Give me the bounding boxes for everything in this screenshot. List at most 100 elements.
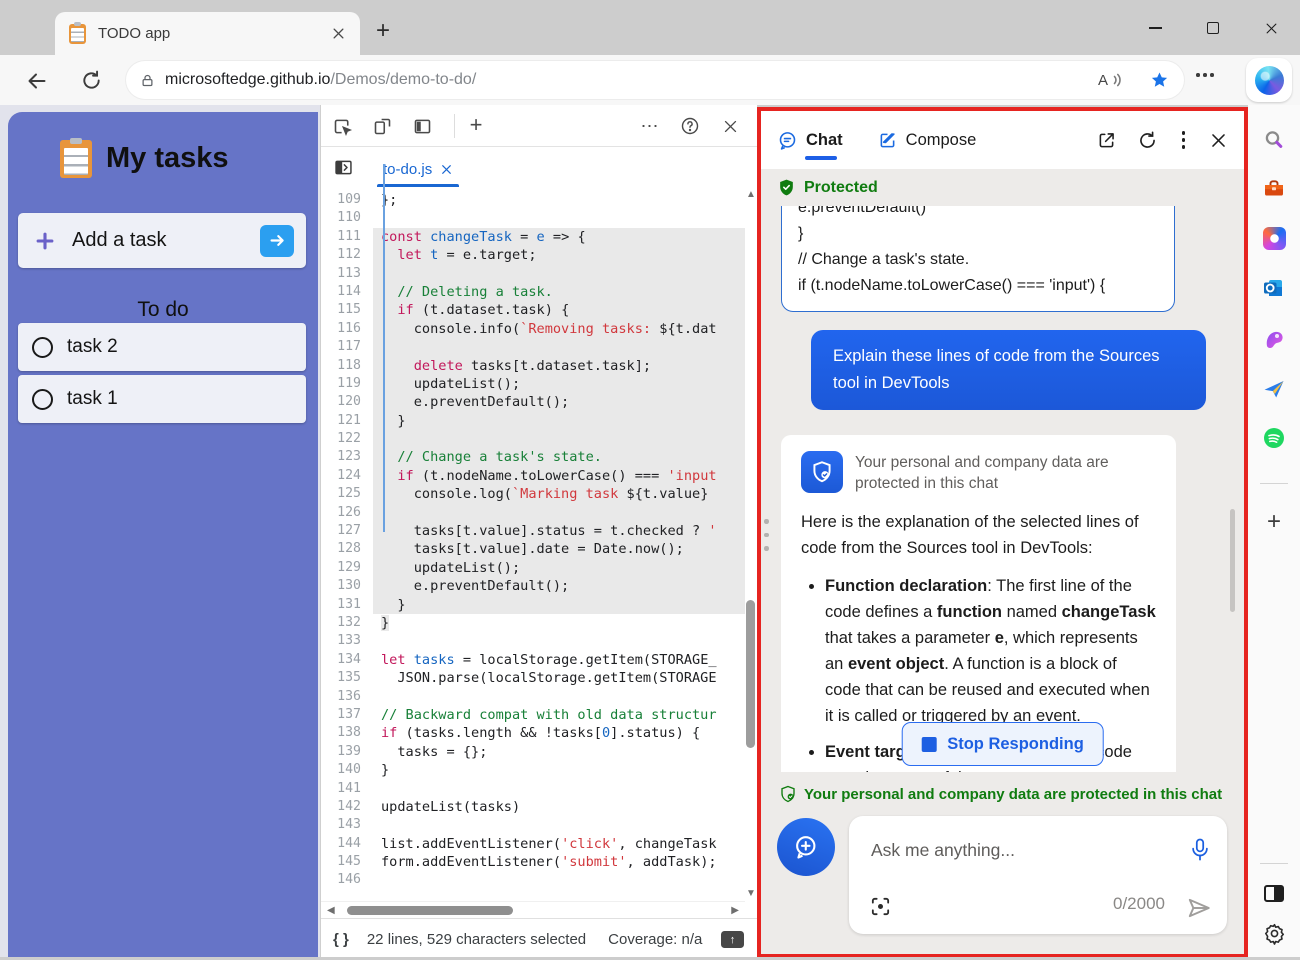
send-icon[interactable] bbox=[1186, 895, 1212, 921]
horizontal-scroll-thumb[interactable] bbox=[347, 906, 513, 915]
window-maximize-button[interactable] bbox=[1198, 14, 1228, 42]
refresh-button[interactable] bbox=[80, 69, 104, 93]
scroll-up-icon[interactable]: ▲ bbox=[746, 189, 756, 200]
devtools-panel: + ⋯ to-do.js 109};110111const changeTask… bbox=[320, 105, 757, 960]
todo-page: My tasks Add a task To do task 2 task 1 bbox=[0, 105, 320, 960]
user-message-bubble: Explain these lines of code from the Sou… bbox=[811, 330, 1206, 410]
scroll-right-icon[interactable]: ▶ bbox=[731, 905, 739, 916]
window-minimize-button[interactable] bbox=[1140, 14, 1170, 42]
navigator-toggle-icon[interactable] bbox=[332, 156, 354, 178]
copilot-logo-icon bbox=[1255, 66, 1284, 95]
todo-section-heading: To do bbox=[8, 298, 318, 322]
stop-responding-button[interactable]: Stop Responding bbox=[901, 722, 1104, 766]
sidebar-divider bbox=[1260, 863, 1288, 864]
tab-compose[interactable]: Compose bbox=[877, 130, 977, 151]
char-counter: 0/2000 bbox=[1113, 894, 1165, 914]
protected-label: Protected bbox=[804, 179, 878, 197]
add-task-submit-button[interactable] bbox=[260, 225, 294, 257]
new-tab-button[interactable]: + bbox=[370, 18, 396, 44]
copilot-button[interactable] bbox=[1246, 58, 1292, 102]
privacy-shield-icon bbox=[801, 451, 843, 493]
task-row[interactable]: task 2 bbox=[18, 323, 306, 371]
screenshot-icon[interactable] bbox=[869, 895, 892, 918]
add-sidebar-item-icon[interactable]: + bbox=[1262, 510, 1286, 534]
add-task-input[interactable]: Add a task bbox=[18, 213, 306, 268]
copilot-sidebar: Chat Compose Protected e.preventDefault(… bbox=[757, 107, 1248, 958]
sidebar-toggle-icon[interactable] bbox=[1262, 881, 1286, 905]
panel-resize-handle[interactable] bbox=[764, 519, 769, 551]
new-chat-icon bbox=[792, 833, 820, 861]
kebab-menu-icon[interactable] bbox=[1178, 131, 1190, 149]
address-bar[interactable]: microsoftedge.github.io/Demos/demo-to-do… bbox=[126, 61, 1184, 99]
inspect-element-icon[interactable] bbox=[331, 115, 353, 137]
copilot-header: Chat Compose bbox=[761, 111, 1244, 169]
more-tools-add-icon[interactable]: + bbox=[465, 114, 487, 136]
open-panel-icon[interactable]: ↑ bbox=[721, 931, 744, 948]
back-button[interactable] bbox=[25, 69, 49, 93]
drop-icon[interactable] bbox=[1262, 377, 1286, 401]
protected-shield-icon bbox=[777, 178, 796, 197]
dock-side-icon[interactable] bbox=[411, 115, 433, 137]
tab-chat-label: Chat bbox=[806, 131, 843, 150]
file-tab-label: to-do.js bbox=[383, 161, 432, 178]
tab-chat[interactable]: Chat bbox=[777, 130, 843, 151]
vertical-scroll-thumb[interactable] bbox=[746, 600, 755, 748]
file-tab-close-icon[interactable] bbox=[440, 163, 453, 176]
microphone-icon[interactable] bbox=[1189, 836, 1211, 864]
settings-menu-icon[interactable] bbox=[1196, 73, 1220, 97]
chat-input[interactable]: Ask me anything... 0/2000 bbox=[849, 816, 1227, 934]
window-close-button[interactable] bbox=[1256, 14, 1286, 42]
horizontal-scrollbar[interactable]: ◀ ▶ bbox=[321, 901, 745, 918]
chat-scroll-thumb[interactable] bbox=[1230, 509, 1235, 612]
task-row[interactable]: task 1 bbox=[18, 375, 306, 423]
close-copilot-icon[interactable] bbox=[1209, 131, 1228, 150]
sources-tab-bar: to-do.js bbox=[321, 148, 757, 187]
compose-icon bbox=[877, 130, 898, 151]
chat-input-placeholder: Ask me anything... bbox=[871, 840, 1015, 861]
task-checkbox[interactable] bbox=[32, 337, 53, 358]
url-text: microsoftedge.github.io/Demos/demo-to-do… bbox=[165, 71, 1097, 89]
devtools-help-icon[interactable] bbox=[679, 115, 701, 137]
device-emulation-icon[interactable] bbox=[371, 115, 393, 137]
tab-close-icon[interactable] bbox=[331, 26, 346, 41]
indent-guide bbox=[383, 164, 385, 532]
arrow-right-icon bbox=[268, 231, 287, 250]
footer-privacy-note: Your personal and company data are prote… bbox=[804, 786, 1222, 803]
search-icon[interactable] bbox=[1262, 128, 1286, 152]
devtools-close-icon[interactable] bbox=[719, 115, 741, 137]
refresh-chat-icon[interactable] bbox=[1137, 130, 1158, 151]
stop-icon bbox=[921, 737, 936, 752]
open-in-window-icon[interactable] bbox=[1096, 130, 1117, 151]
pretty-print-icon[interactable]: { } bbox=[333, 931, 349, 948]
lock-icon[interactable] bbox=[140, 72, 155, 89]
outlook-icon[interactable] bbox=[1262, 276, 1286, 300]
scroll-left-icon[interactable]: ◀ bbox=[327, 905, 335, 916]
copilot-footer: Your personal and company data are prote… bbox=[761, 772, 1244, 954]
vertical-scrollbar[interactable]: ▲ ▼ bbox=[743, 187, 757, 901]
task-checkbox[interactable] bbox=[32, 389, 53, 410]
answer-intro: Here is the explanation of the selected … bbox=[801, 509, 1156, 561]
todo-panel: My tasks Add a task To do task 2 task 1 bbox=[8, 112, 318, 960]
sidebar-settings-icon[interactable] bbox=[1262, 921, 1286, 945]
toolbox-icon[interactable] bbox=[1262, 176, 1286, 200]
chat-scroll-area[interactable]: e.preventDefault()}// Change a task's st… bbox=[761, 206, 1244, 772]
read-aloud-icon[interactable]: A bbox=[1097, 70, 1123, 90]
designer-icon[interactable] bbox=[1262, 327, 1286, 351]
edge-sidebar: + bbox=[1248, 105, 1300, 960]
new-topic-button[interactable] bbox=[777, 818, 835, 876]
browser-tab[interactable]: TODO app bbox=[55, 12, 360, 55]
stop-responding-label: Stop Responding bbox=[947, 735, 1084, 754]
add-task-label: Add a task bbox=[72, 229, 260, 252]
tab-compose-label: Compose bbox=[906, 131, 977, 150]
spotify-icon[interactable] bbox=[1262, 426, 1286, 450]
plus-icon bbox=[34, 230, 56, 252]
favorite-star-icon[interactable] bbox=[1149, 70, 1170, 91]
microsoft-365-icon[interactable] bbox=[1262, 226, 1286, 250]
file-tab-to-do-js[interactable]: to-do.js bbox=[373, 152, 463, 187]
devtools-more-icon[interactable]: ⋯ bbox=[639, 115, 661, 137]
footer-shield-icon bbox=[779, 785, 797, 803]
quoted-code-block: e.preventDefault()}// Change a task's st… bbox=[781, 206, 1175, 312]
scroll-down-icon[interactable]: ▼ bbox=[746, 888, 756, 899]
protected-banner: Protected bbox=[761, 169, 1244, 206]
task-label: task 2 bbox=[67, 336, 118, 358]
